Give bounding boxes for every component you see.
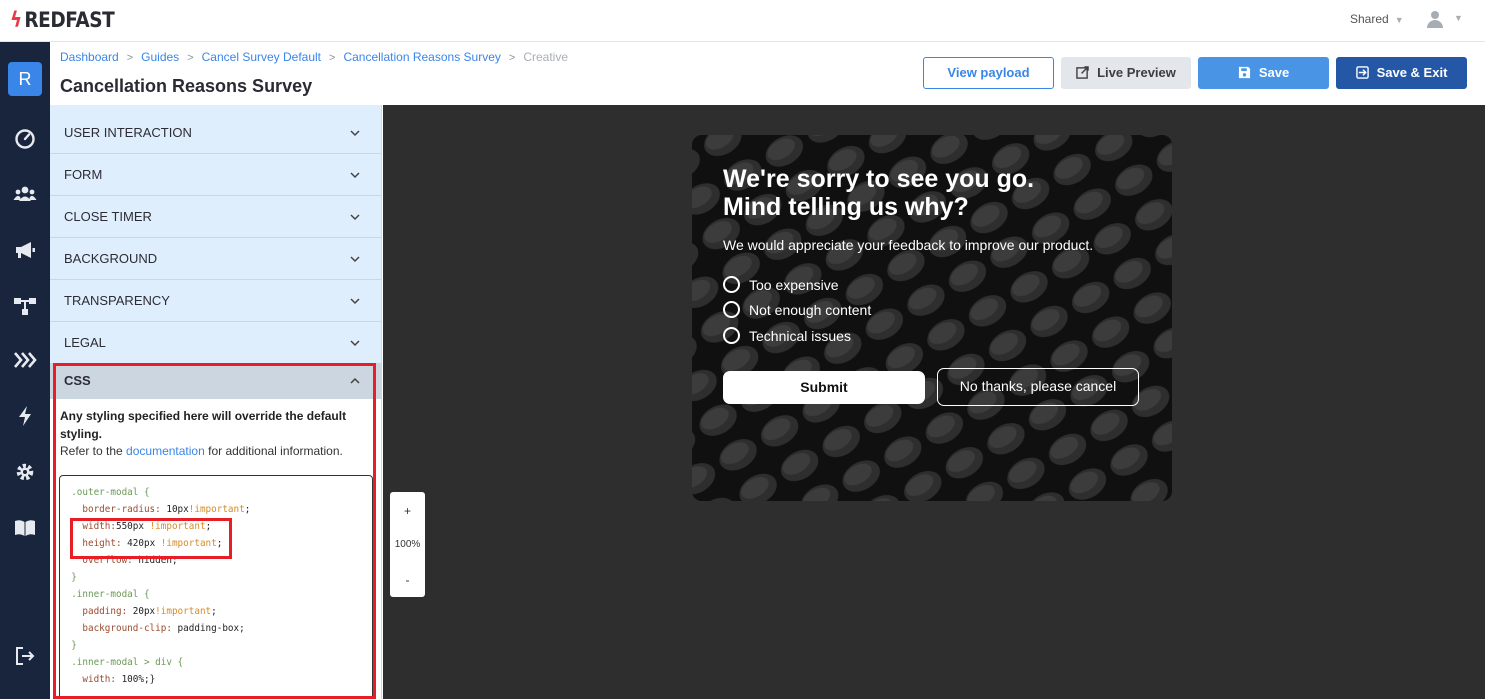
top-bar: ϟ REDFAST Shared ▼ ▼ — [0, 0, 1485, 42]
cancel-survey-button[interactable]: No thanks, please cancel — [937, 368, 1139, 406]
radio-button[interactable] — [723, 327, 740, 345]
breadcrumb-creative: Creative — [523, 50, 568, 64]
left-nav: R — [0, 42, 50, 699]
radio-button[interactable] — [723, 276, 740, 294]
gear-icon[interactable] — [13, 460, 37, 484]
megaphone-icon[interactable] — [13, 238, 37, 262]
flow-icon[interactable] — [13, 294, 37, 318]
save-exit-button[interactable]: Save & Exit — [1336, 57, 1467, 89]
survey-modal-preview: We're sorry to see you go. Mind telling u… — [692, 135, 1172, 501]
shared-label: Shared — [1350, 12, 1389, 26]
section-legal[interactable]: LEGAL — [50, 322, 381, 364]
book-icon[interactable] — [13, 516, 37, 540]
option-technical-issues[interactable]: Technical issues — [723, 326, 851, 346]
breadcrumb-dashboard[interactable]: Dashboard — [60, 50, 119, 64]
submit-button[interactable]: Submit — [723, 371, 925, 404]
zoom-control: + 100% - — [390, 492, 425, 597]
page-title: Cancellation Reasons Survey — [60, 76, 313, 96]
view-payload-button[interactable]: View payload — [923, 57, 1054, 89]
shared-dropdown[interactable]: Shared ▼ — [1350, 12, 1404, 26]
bolt-icon[interactable] — [13, 404, 37, 428]
chevron-right-icon: > — [508, 52, 516, 64]
zoom-level: 100% — [394, 539, 421, 550]
redfast-logo[interactable]: ϟ REDFAST — [10, 8, 115, 32]
save-icon — [1238, 66, 1250, 78]
chevron-down-icon — [350, 130, 360, 137]
breadcrumb-cancel-survey-default[interactable]: Cancel Survey Default — [202, 50, 321, 64]
breadcrumb: Dashboard > Guides > Cancel Survey Default > C… — [60, 50, 568, 64]
save-button[interactable]: Save — [1198, 57, 1329, 89]
workspace-badge[interactable]: R — [8, 62, 42, 96]
chevron-down-icon — [350, 214, 360, 221]
breadcrumb-guides[interactable]: Guides — [141, 50, 179, 64]
option-too-expensive[interactable]: Too expensive — [723, 275, 839, 295]
chevron-down-icon — [350, 172, 360, 179]
section-transparency[interactable]: TRANSPARENCY — [50, 280, 381, 322]
live-preview-button[interactable]: Live Preview — [1061, 57, 1191, 89]
chevrons-icon[interactable] — [13, 348, 37, 372]
chevron-right-icon: > — [187, 52, 194, 64]
chevron-down-icon: ▼ — [1394, 15, 1404, 25]
option-not-enough-content[interactable]: Not enough content — [723, 300, 871, 320]
exit-icon — [1355, 65, 1369, 79]
section-close-timer[interactable]: CLOSE TIMER — [50, 196, 381, 238]
user-icon — [1431, 11, 1439, 19]
zoom-out-button[interactable]: - — [390, 573, 425, 587]
modal-subtitle: We would appreciate your feedback to imp… — [723, 237, 1094, 253]
chevron-down-icon — [350, 298, 360, 305]
size-rules-highlight — [70, 518, 232, 559]
user-menu[interactable]: ▼ — [1426, 10, 1466, 30]
radio-button[interactable] — [723, 301, 740, 319]
chevron-down-icon: ▼ — [1454, 13, 1463, 23]
bolt-logo-icon: ϟ — [10, 8, 22, 32]
chevron-down-icon — [350, 340, 360, 347]
page-header: Dashboard > Guides > Cancel Survey Default > C… — [50, 42, 1485, 105]
users-icon[interactable] — [13, 182, 37, 206]
zoom-in-button[interactable]: + — [390, 504, 425, 518]
section-user-interaction[interactable]: USER INTERACTION — [50, 112, 381, 154]
chevron-down-icon — [350, 256, 360, 263]
logout-icon[interactable] — [13, 644, 37, 668]
modal-title: We're sorry to see you go. Mind telling u… — [723, 165, 1035, 221]
logo-text: REDFAST — [24, 8, 115, 32]
section-background[interactable]: BACKGROUND — [50, 238, 381, 280]
chevron-right-icon: > — [329, 52, 336, 64]
chevron-right-icon: > — [126, 52, 134, 64]
breadcrumb-cancellation-reasons-survey[interactable]: Cancellation Reasons Survey — [343, 50, 500, 64]
external-link-icon — [1076, 65, 1089, 79]
section-form[interactable]: FORM — [50, 154, 381, 196]
dashboard-icon[interactable] — [13, 126, 37, 150]
